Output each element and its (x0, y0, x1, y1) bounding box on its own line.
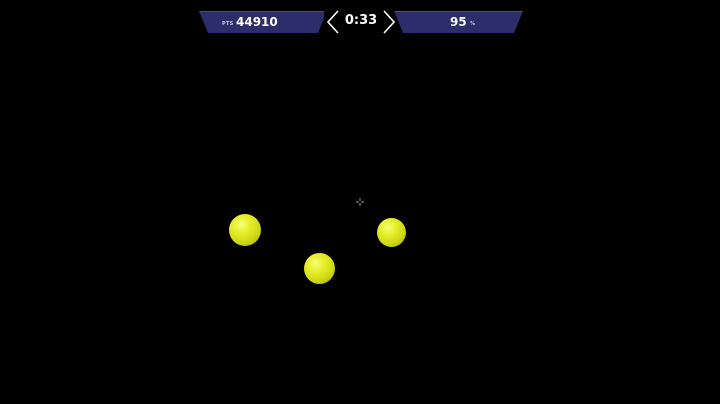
accuracy-unit: % (470, 21, 476, 27)
timer: 0:33 (324, 9, 398, 35)
accuracy-value: 95 (450, 15, 467, 29)
score-value: 44910 (236, 15, 278, 29)
crosshair-icon (356, 198, 364, 206)
score-label: PTS (222, 21, 234, 27)
score-panel: PTS 44910 (199, 11, 327, 33)
accuracy-panel: 95 % (394, 11, 523, 33)
game-stage[interactable]: PTS 44910 0:33 95 % (0, 0, 720, 404)
target-ball[interactable] (229, 214, 261, 246)
target-ball[interactable] (377, 218, 406, 247)
target-ball[interactable] (304, 253, 335, 284)
